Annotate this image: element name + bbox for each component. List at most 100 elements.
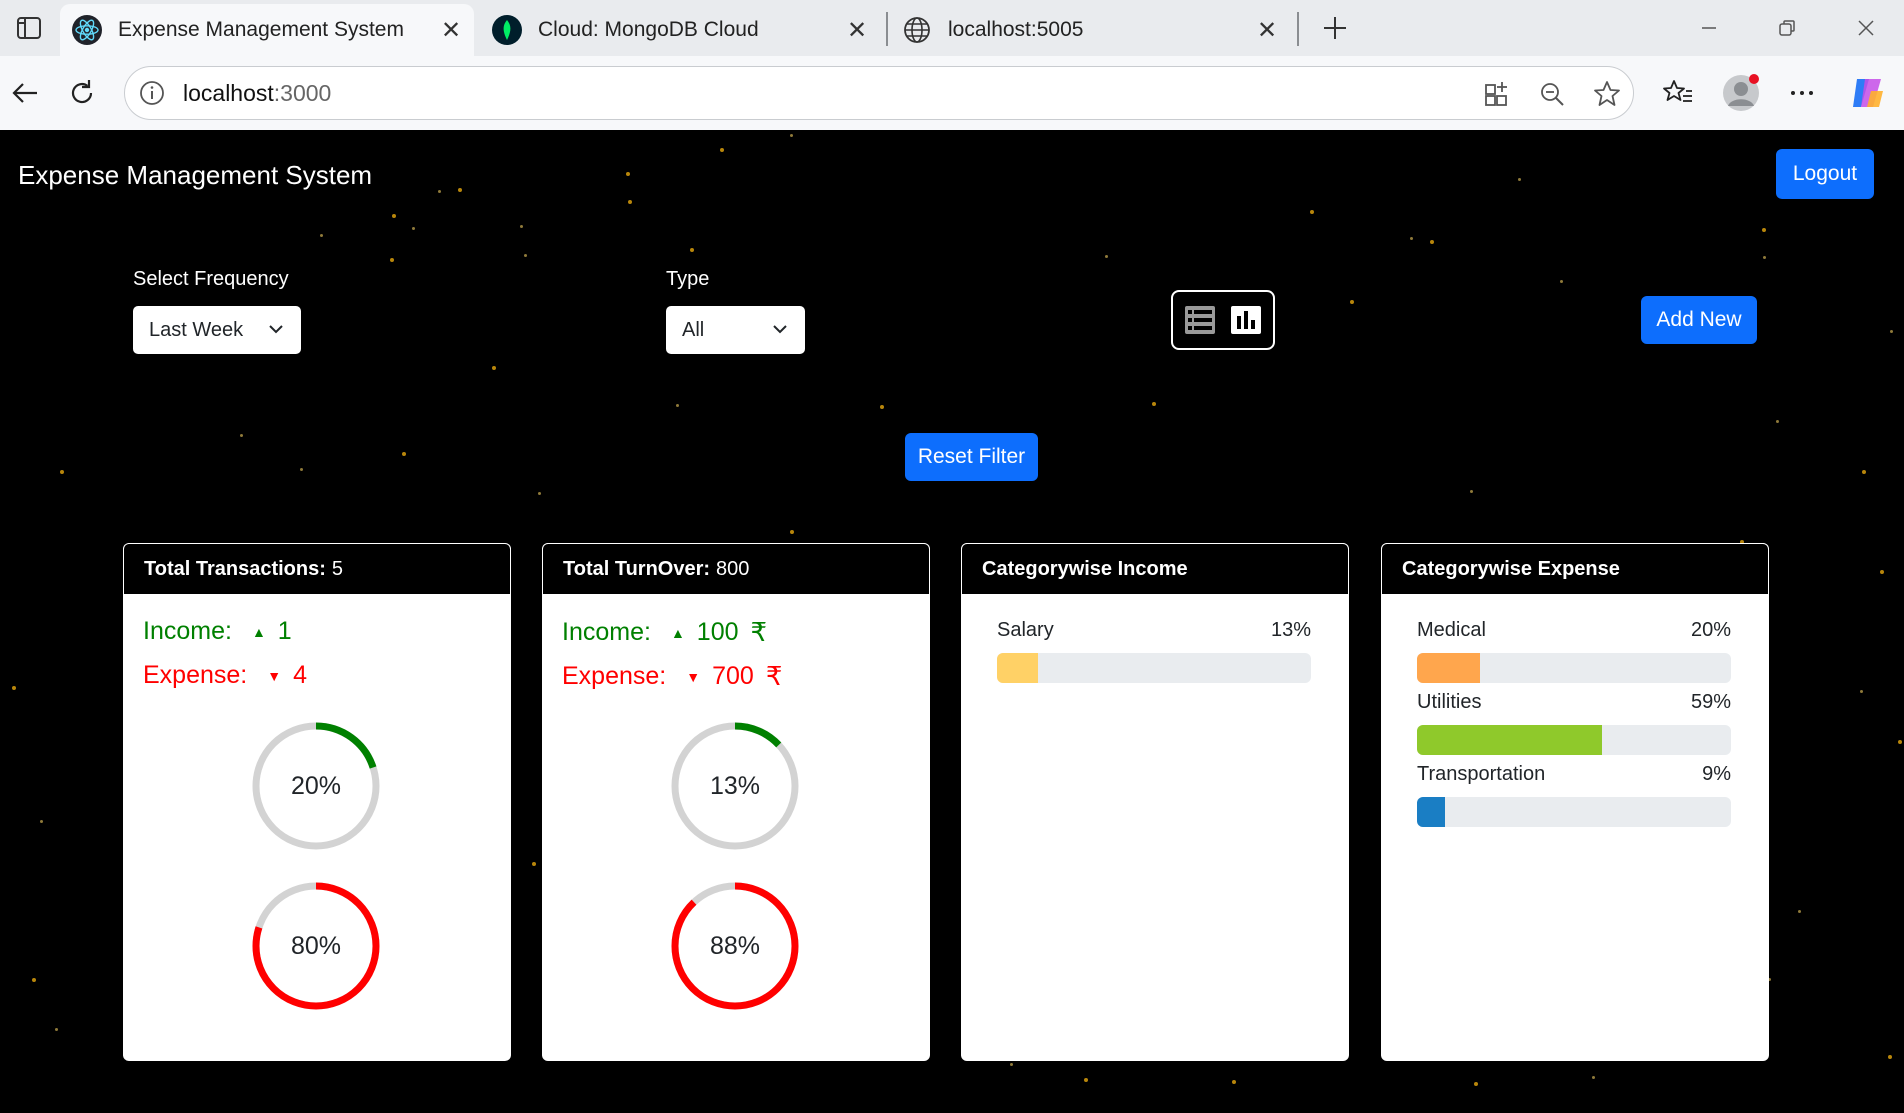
- view-toggle: [1171, 290, 1275, 350]
- close-tab-icon[interactable]: ✕: [436, 15, 466, 45]
- profile-button[interactable]: [1716, 68, 1766, 118]
- income-percent: 20%: [290, 771, 342, 800]
- plus-icon: [1324, 17, 1346, 39]
- caret-up-icon: ▲: [670, 624, 685, 641]
- total-turnover-card: Total TurnOver: 800 Income: ▲ 100 ₹ Expe…: [542, 543, 930, 1061]
- more-dots-icon: [1791, 91, 1813, 95]
- zoom-out-icon[interactable]: [1537, 79, 1567, 109]
- tab-title: Cloud: MongoDB Cloud: [538, 18, 759, 41]
- type-select[interactable]: All: [666, 306, 805, 354]
- expense-amount: Expense: ▼ 700 ₹: [562, 661, 782, 692]
- avatar-icon: [1723, 74, 1759, 111]
- chevron-down-icon: [269, 325, 283, 334]
- income-label: Income:: [562, 618, 651, 646]
- progress-fill: [1417, 653, 1480, 683]
- browser-toolbar: localhost:3000: [0, 56, 1904, 130]
- total-transactions-value: 5: [331, 557, 344, 580]
- expense-label: Expense:: [143, 661, 248, 689]
- tab-title: localhost:5005: [948, 18, 1084, 41]
- refresh-button[interactable]: [57, 68, 107, 118]
- total-turnover-value: 800: [716, 557, 750, 580]
- tab-actions-button[interactable]: [0, 0, 58, 56]
- back-button[interactable]: [0, 68, 50, 118]
- reset-filter-button[interactable]: Reset Filter: [905, 433, 1038, 481]
- category-progress-bar: [1417, 653, 1731, 683]
- tab-mongodb-cloud[interactable]: Cloud: MongoDB Cloud ✕: [480, 4, 880, 56]
- income-label: Income:: [143, 617, 232, 645]
- card-header: Categorywise Expense: [1381, 543, 1769, 595]
- progress-fill: [1417, 725, 1603, 755]
- logout-button[interactable]: Logout: [1776, 149, 1874, 199]
- card-title: Categorywise Income: [982, 557, 1188, 580]
- settings-more-button[interactable]: [1777, 68, 1827, 118]
- tab-expense-management[interactable]: Expense Management System ✕: [60, 4, 474, 56]
- card-title: Total TurnOver:: [563, 557, 711, 580]
- globe-icon: [902, 15, 932, 45]
- back-arrow-icon: [12, 83, 37, 103]
- category-name: Utilities: [1417, 691, 1482, 713]
- refresh-icon: [71, 80, 93, 104]
- card-title: Total Transactions:: [144, 557, 326, 580]
- app-page: Expense Management System Logout Select …: [0, 130, 1904, 1113]
- close-window-button[interactable]: [1838, 4, 1894, 52]
- card-header: Total TurnOver: 800: [542, 543, 930, 595]
- income-value: 100: [696, 618, 739, 646]
- frequency-selected-value: Last Week: [149, 318, 244, 341]
- analytics-view-icon[interactable]: [1230, 305, 1262, 335]
- frequency-select[interactable]: Last Week: [133, 306, 301, 354]
- income-count: Income: ▲ 1: [143, 617, 292, 646]
- url-text: localhost:3000: [183, 80, 332, 106]
- add-new-button[interactable]: Add New: [1641, 296, 1757, 344]
- category-percent: 9%: [1702, 763, 1731, 785]
- type-label: Type: [666, 268, 710, 290]
- category-percent: 59%: [1690, 691, 1731, 713]
- categorywise-expense-card: Categorywise Expense Medical 20% Utiliti…: [1381, 543, 1769, 1061]
- close-tab-icon[interactable]: ✕: [842, 15, 872, 45]
- income-percent: 13%: [709, 771, 761, 800]
- type-selected-value: All: [682, 318, 705, 341]
- caret-up-icon: ▲: [251, 623, 266, 640]
- tab-actions-icon: [17, 17, 41, 39]
- income-progress-ring: 20%: [251, 721, 381, 851]
- restore-button[interactable]: [1759, 4, 1815, 52]
- browser-tab-bar: Expense Management System ✕ Cloud: Mongo…: [0, 0, 1904, 56]
- close-icon: [1858, 20, 1874, 36]
- tab-localhost-5005[interactable]: localhost:5005 ✕: [890, 4, 1290, 56]
- category-progress-bar: [997, 653, 1311, 683]
- mongodb-leaf-icon: [492, 15, 522, 45]
- copilot-button[interactable]: [1842, 68, 1892, 118]
- app-brand-title[interactable]: Expense Management System: [18, 160, 372, 191]
- site-info-icon[interactable]: [137, 78, 167, 108]
- expense-label: Expense:: [562, 662, 667, 690]
- category-name: Salary: [997, 619, 1054, 641]
- minimize-button[interactable]: [1681, 4, 1737, 52]
- card-header: Total Transactions: 5: [123, 543, 511, 595]
- app-available-icon[interactable]: [1482, 79, 1512, 109]
- minimize-icon: [1702, 27, 1716, 29]
- expense-percent: 80%: [290, 931, 342, 960]
- close-tab-icon[interactable]: ✕: [1252, 15, 1282, 45]
- category-name: Medical: [1417, 619, 1486, 641]
- caret-down-icon: ▼: [686, 668, 701, 685]
- new-tab-button[interactable]: [1313, 6, 1357, 50]
- favorites-button[interactable]: [1653, 68, 1703, 118]
- rupee-icon: ₹: [765, 661, 783, 691]
- frequency-label: Select Frequency: [133, 268, 289, 290]
- favorites-icon: [1663, 80, 1692, 102]
- expense-progress-ring: 88%: [670, 881, 800, 1011]
- address-bar[interactable]: localhost:3000: [124, 66, 1634, 120]
- progress-fill: [1417, 797, 1446, 827]
- total-transactions-card: Total Transactions: 5 Income: ▲ 1 Expens…: [123, 543, 511, 1061]
- favorite-star-icon[interactable]: [1592, 79, 1622, 109]
- list-view-icon[interactable]: [1184, 305, 1216, 335]
- expense-count: Expense: ▼ 4: [143, 661, 307, 690]
- expense-percent: 88%: [709, 931, 761, 960]
- category-name: Transportation: [1417, 763, 1546, 785]
- progress-fill: [997, 653, 1038, 683]
- expense-progress-ring: 80%: [251, 881, 381, 1011]
- expense-value: 4: [293, 661, 308, 689]
- category-percent: 13%: [1270, 619, 1311, 641]
- caret-down-icon: ▼: [267, 667, 282, 684]
- category-progress-bar: [1417, 797, 1731, 827]
- category-percent: 20%: [1690, 619, 1731, 641]
